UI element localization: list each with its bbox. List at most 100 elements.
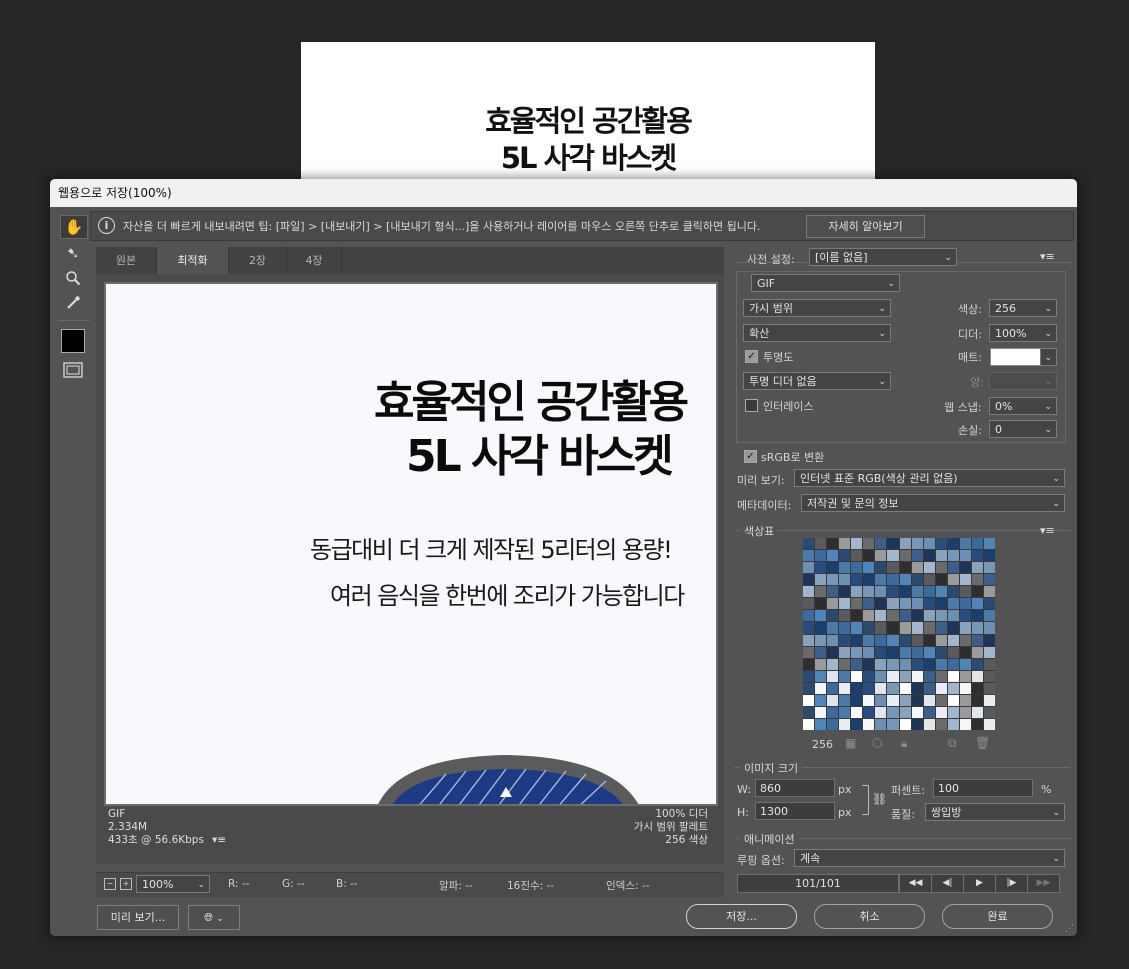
color-swatch[interactable] <box>899 646 911 658</box>
color-swatch[interactable] <box>911 574 923 586</box>
color-swatch[interactable] <box>935 682 947 694</box>
color-swatch[interactable] <box>839 598 851 610</box>
color-swatch[interactable] <box>851 622 863 634</box>
color-swatch[interactable] <box>863 622 875 634</box>
color-swatch[interactable] <box>863 694 875 706</box>
color-swatch[interactable] <box>959 586 971 598</box>
learn-more-button[interactable]: 자세히 알아보기 <box>806 215 925 238</box>
metadata-dropdown[interactable]: 저작권 및 문의 정보 ⌄ <box>801 494 1065 512</box>
color-swatch[interactable] <box>947 682 959 694</box>
color-swatch[interactable] <box>923 562 935 574</box>
color-swatch[interactable] <box>959 694 971 706</box>
color-swatch[interactable] <box>887 634 899 646</box>
color-swatch[interactable] <box>887 550 899 562</box>
color-swatch[interactable] <box>959 574 971 586</box>
color-swatch[interactable] <box>947 658 959 670</box>
color-swatch[interactable] <box>863 646 875 658</box>
color-swatch[interactable] <box>947 538 959 550</box>
eyedropper-color-swatch[interactable] <box>61 329 85 353</box>
color-swatch[interactable] <box>875 694 887 706</box>
matte-dropdown[interactable]: ⌄ <box>1040 348 1057 366</box>
color-swatch[interactable] <box>803 658 815 670</box>
color-swatch[interactable] <box>803 706 815 718</box>
color-swatch[interactable] <box>971 598 983 610</box>
color-swatch[interactable] <box>911 598 923 610</box>
color-swatch[interactable] <box>851 706 863 718</box>
color-swatch[interactable] <box>815 610 827 622</box>
color-swatch[interactable] <box>947 706 959 718</box>
color-swatch[interactable] <box>875 658 887 670</box>
color-swatch[interactable] <box>887 682 899 694</box>
color-swatch[interactable] <box>935 670 947 682</box>
done-button[interactable]: 완료 <box>942 904 1053 929</box>
color-swatch[interactable] <box>947 610 959 622</box>
color-swatch[interactable] <box>899 538 911 550</box>
map-to-transparent-icon[interactable]: ▦ <box>845 736 856 750</box>
color-swatch[interactable] <box>947 562 959 574</box>
color-swatch[interactable] <box>911 670 923 682</box>
width-field[interactable]: 860 <box>755 779 835 797</box>
color-swatch[interactable] <box>923 646 935 658</box>
color-swatch[interactable] <box>947 574 959 586</box>
color-swatch[interactable] <box>827 706 839 718</box>
color-swatch[interactable] <box>875 622 887 634</box>
color-swatch[interactable] <box>839 658 851 670</box>
color-swatch[interactable] <box>899 658 911 670</box>
color-swatch[interactable] <box>827 646 839 658</box>
color-swatch[interactable] <box>815 658 827 670</box>
color-swatch[interactable] <box>947 694 959 706</box>
color-swatch[interactable] <box>815 538 827 550</box>
color-swatch[interactable] <box>983 562 995 574</box>
preset-dropdown[interactable]: [이름 없음] ⌄ <box>809 248 957 266</box>
color-swatch[interactable] <box>851 646 863 658</box>
color-swatch[interactable] <box>875 706 887 718</box>
color-swatch[interactable] <box>875 682 887 694</box>
tab-4-up[interactable]: 4장 <box>287 247 342 274</box>
color-swatch[interactable] <box>935 646 947 658</box>
color-swatch[interactable] <box>911 538 923 550</box>
color-swatch[interactable] <box>983 538 995 550</box>
color-swatch[interactable] <box>935 550 947 562</box>
color-swatch[interactable] <box>899 694 911 706</box>
color-swatch[interactable] <box>851 610 863 622</box>
color-swatch[interactable] <box>911 682 923 694</box>
color-swatch[interactable] <box>899 586 911 598</box>
color-swatch[interactable] <box>887 706 899 718</box>
color-swatch[interactable] <box>875 718 887 730</box>
color-swatch[interactable] <box>971 658 983 670</box>
color-swatch[interactable] <box>815 586 827 598</box>
color-swatch[interactable] <box>875 574 887 586</box>
color-swatch[interactable] <box>959 658 971 670</box>
color-swatch[interactable] <box>839 550 851 562</box>
lossy-field[interactable]: 0 ⌄ <box>989 420 1057 438</box>
color-swatch[interactable] <box>911 550 923 562</box>
color-swatch[interactable] <box>923 634 935 646</box>
slice-select-tool-icon[interactable]: ➷ <box>60 242 86 264</box>
color-swatch[interactable] <box>935 658 947 670</box>
color-swatch[interactable] <box>983 550 995 562</box>
color-swatch[interactable] <box>815 622 827 634</box>
color-swatch[interactable] <box>875 550 887 562</box>
color-swatch[interactable] <box>839 538 851 550</box>
color-swatch[interactable] <box>923 682 935 694</box>
optimize-menu-icon[interactable]: ▾≡ <box>1040 250 1055 263</box>
color-swatch[interactable] <box>971 610 983 622</box>
loop-dropdown[interactable]: 계속 ⌄ <box>794 849 1065 867</box>
color-swatch[interactable] <box>923 598 935 610</box>
color-swatch[interactable] <box>935 586 947 598</box>
color-swatch[interactable] <box>827 550 839 562</box>
next-frame-button[interactable]: |▶ <box>995 874 1028 893</box>
color-swatch[interactable] <box>875 634 887 646</box>
color-swatch[interactable] <box>935 538 947 550</box>
lock-color-icon[interactable]: 🔒︎ <box>901 736 907 751</box>
color-swatch[interactable] <box>851 586 863 598</box>
color-swatch[interactable] <box>827 634 839 646</box>
color-swatch[interactable] <box>863 562 875 574</box>
color-swatch[interactable] <box>863 538 875 550</box>
color-swatch[interactable] <box>815 598 827 610</box>
color-swatch[interactable] <box>899 670 911 682</box>
color-swatch[interactable] <box>911 622 923 634</box>
color-swatch[interactable] <box>983 586 995 598</box>
color-swatch[interactable] <box>863 670 875 682</box>
color-swatch[interactable] <box>839 670 851 682</box>
